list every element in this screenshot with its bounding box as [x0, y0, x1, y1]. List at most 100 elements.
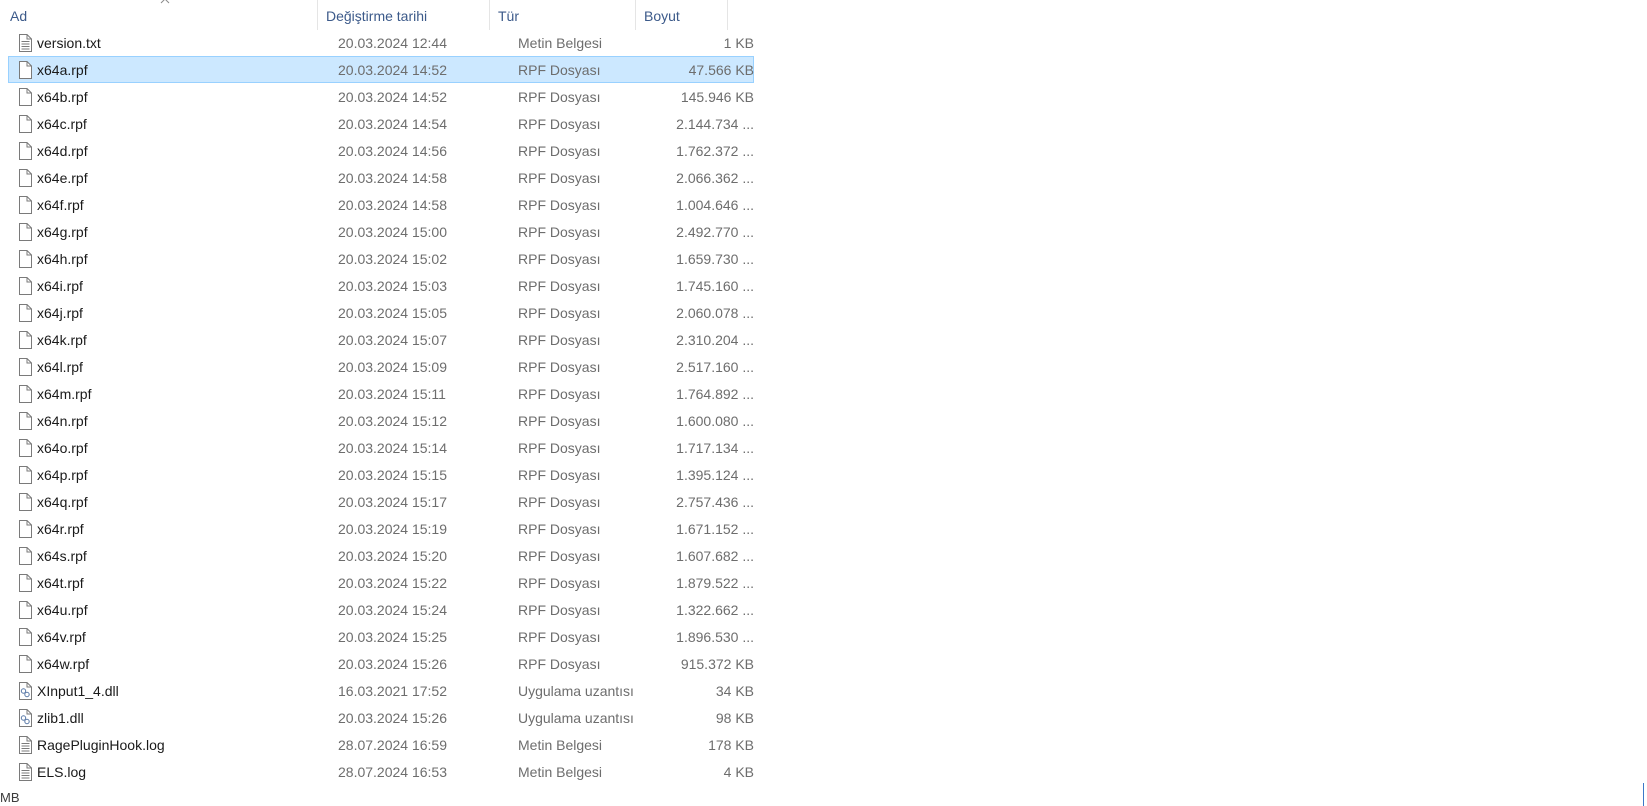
- file-name: x64k.rpf: [37, 332, 87, 348]
- file-row[interactable]: x64f.rpf 20.03.2024 14:58 RPF Dosyası 1.004…: [8, 191, 754, 218]
- file-list: version.txt 20.03.2024 12:44 Metin Belgesi…: [8, 29, 754, 785]
- file-type: Metin Belgesi: [518, 35, 603, 51]
- file-name: x64o.rpf: [37, 440, 88, 456]
- file-type: RPF Dosyası: [518, 224, 601, 240]
- file-row[interactable]: x64s.rpf 20.03.2024 15:20 RPF Dosyası 1.607…: [8, 542, 754, 569]
- file-date: 20.03.2024 15:19: [338, 521, 447, 537]
- file-row[interactable]: x64o.rpf 20.03.2024 15:14 RPF Dosyası 1.717…: [8, 434, 754, 461]
- file-row[interactable]: x64t.rpf 20.03.2024 15:22 RPF Dosyası 1.879…: [8, 569, 754, 596]
- file-row[interactable]: x64d.rpf 20.03.2024 14:56 RPF Dosyası 1.762…: [8, 137, 754, 164]
- file-row[interactable]: x64r.rpf 20.03.2024 15:19 RPF Dosyası 1.671…: [8, 515, 754, 542]
- file-row[interactable]: x64q.rpf 20.03.2024 15:17 RPF Dosyası 2.757…: [8, 488, 754, 515]
- file-row[interactable]: x64u.rpf 20.03.2024 15:24 RPF Dosyası 1.322…: [8, 596, 754, 623]
- file-size: 1 KB: [723, 35, 754, 51]
- column-header-date[interactable]: Değiştirme tarihi: [318, 0, 490, 30]
- file-size: 1.762.372 ...: [676, 143, 754, 159]
- blank-file-icon: [17, 115, 33, 133]
- file-size: 2.757.436 ...: [676, 494, 754, 510]
- file-date: 28.07.2024 16:53: [338, 764, 447, 780]
- file-type: RPF Dosyası: [518, 170, 601, 186]
- blank-file-icon: [17, 223, 33, 241]
- file-name: x64e.rpf: [37, 170, 88, 186]
- file-date: 20.03.2024 14:56: [338, 143, 447, 159]
- blank-file-icon: [17, 277, 33, 295]
- blank-file-icon: [17, 169, 33, 187]
- file-size: 1.745.160 ...: [676, 278, 754, 294]
- file-row[interactable]: x64p.rpf 20.03.2024 15:15 RPF Dosyası 1.395…: [8, 461, 754, 488]
- file-name: XInput1_4.dll: [37, 683, 119, 699]
- blank-file-icon: [17, 547, 33, 565]
- blank-file-icon: [17, 331, 33, 349]
- file-type: RPF Dosyası: [518, 62, 601, 78]
- file-date: 16.03.2021 17:52: [338, 683, 447, 699]
- dll-file-icon: [17, 682, 33, 700]
- file-type: RPF Dosyası: [518, 548, 601, 564]
- file-row[interactable]: x64m.rpf 20.03.2024 15:11 RPF Dosyası 1.764…: [8, 380, 754, 407]
- file-row[interactable]: version.txt 20.03.2024 12:44 Metin Belgesi…: [8, 29, 754, 56]
- file-type: RPF Dosyası: [518, 467, 601, 483]
- file-name: x64c.rpf: [37, 116, 87, 132]
- file-name: x64g.rpf: [37, 224, 88, 240]
- file-name: x64i.rpf: [37, 278, 83, 294]
- file-name: x64q.rpf: [37, 494, 88, 510]
- file-row[interactable]: x64n.rpf 20.03.2024 15:12 RPF Dosyası 1.600…: [8, 407, 754, 434]
- file-name: x64s.rpf: [37, 548, 87, 564]
- file-row[interactable]: XInput1_4.dll 16.03.2021 17:52 Uygulama uz…: [8, 677, 754, 704]
- file-size: 4 KB: [723, 764, 754, 780]
- file-name: version.txt: [37, 35, 101, 51]
- text-file-icon: [17, 736, 33, 754]
- file-size: 1.896.530 ...: [676, 629, 754, 645]
- file-date: 20.03.2024 12:44: [338, 35, 447, 51]
- blank-file-icon: [17, 385, 33, 403]
- file-date: 20.03.2024 15:00: [338, 224, 447, 240]
- file-row[interactable]: x64w.rpf 20.03.2024 15:26 RPF Dosyası 915.3…: [8, 650, 754, 677]
- file-date: 20.03.2024 14:58: [338, 197, 447, 213]
- column-header-type[interactable]: Tür: [490, 0, 636, 30]
- file-date: 20.03.2024 15:14: [338, 440, 447, 456]
- window-edge: [1643, 783, 1647, 806]
- file-row[interactable]: x64v.rpf 20.03.2024 15:25 RPF Dosyası 1.896…: [8, 623, 754, 650]
- file-date: 20.03.2024 15:26: [338, 656, 447, 672]
- file-date: 20.03.2024 15:02: [338, 251, 447, 267]
- text-file-icon: [17, 763, 33, 781]
- file-row[interactable]: x64k.rpf 20.03.2024 15:07 RPF Dosyası 2.310…: [8, 326, 754, 353]
- file-type: RPF Dosyası: [518, 656, 601, 672]
- blank-file-icon: [17, 628, 33, 646]
- file-row[interactable]: ELS.log 28.07.2024 16:53 Metin Belgesi 4 KB: [8, 758, 754, 785]
- file-row[interactable]: x64b.rpf 20.03.2024 14:52 RPF Dosyası 145.9…: [8, 83, 754, 110]
- file-date: 20.03.2024 14:54: [338, 116, 447, 132]
- file-date: 20.03.2024 15:07: [338, 332, 447, 348]
- file-size: 1.004.646 ...: [676, 197, 754, 213]
- file-name: x64w.rpf: [37, 656, 90, 672]
- file-row[interactable]: x64l.rpf 20.03.2024 15:09 RPF Dosyası 2.517…: [8, 353, 754, 380]
- file-size: 2.310.204 ...: [676, 332, 754, 348]
- sort-ascending-icon: [160, 0, 170, 4]
- file-type: RPF Dosyası: [518, 386, 601, 402]
- column-header-size[interactable]: Boyut: [636, 0, 728, 30]
- file-type: Metin Belgesi: [518, 737, 603, 753]
- file-name: x64n.rpf: [37, 413, 88, 429]
- file-type: RPF Dosyası: [518, 251, 601, 267]
- blank-file-icon: [17, 142, 33, 160]
- file-row[interactable]: x64c.rpf 20.03.2024 14:54 RPF Dosyası 2.144…: [8, 110, 754, 137]
- file-size: 1.717.134 ...: [676, 440, 754, 456]
- file-row[interactable]: x64g.rpf 20.03.2024 15:00 RPF Dosyası 2.492…: [8, 218, 754, 245]
- column-header-bar: Ad Değiştirme tarihi Tür Boyut: [0, 0, 760, 30]
- blank-file-icon: [17, 304, 33, 322]
- file-row[interactable]: x64h.rpf 20.03.2024 15:02 RPF Dosyası 1.659…: [8, 245, 754, 272]
- file-row[interactable]: x64j.rpf 20.03.2024 15:05 RPF Dosyası 2.060…: [8, 299, 754, 326]
- file-row[interactable]: x64a.rpf 20.03.2024 14:52 RPF Dosyası 47.56…: [8, 56, 754, 83]
- file-date: 20.03.2024 15:22: [338, 575, 447, 591]
- file-type: RPF Dosyası: [518, 143, 601, 159]
- blank-file-icon: [17, 61, 33, 79]
- file-row[interactable]: RagePluginHook.log 28.07.2024 16:59 Metin …: [8, 731, 754, 758]
- file-row[interactable]: x64i.rpf 20.03.2024 15:03 RPF Dosyası 1.745…: [8, 272, 754, 299]
- blank-file-icon: [17, 520, 33, 538]
- file-date: 20.03.2024 15:15: [338, 467, 447, 483]
- file-type: RPF Dosyası: [518, 440, 601, 456]
- file-row[interactable]: x64e.rpf 20.03.2024 14:58 RPF Dosyası 2.066…: [8, 164, 754, 191]
- file-size: 1.671.152 ...: [676, 521, 754, 537]
- file-date: 20.03.2024 15:09: [338, 359, 447, 375]
- file-row[interactable]: zlib1.dll 20.03.2024 15:26 Uygulama uzantı…: [8, 704, 754, 731]
- file-size: 178 KB: [708, 737, 754, 753]
